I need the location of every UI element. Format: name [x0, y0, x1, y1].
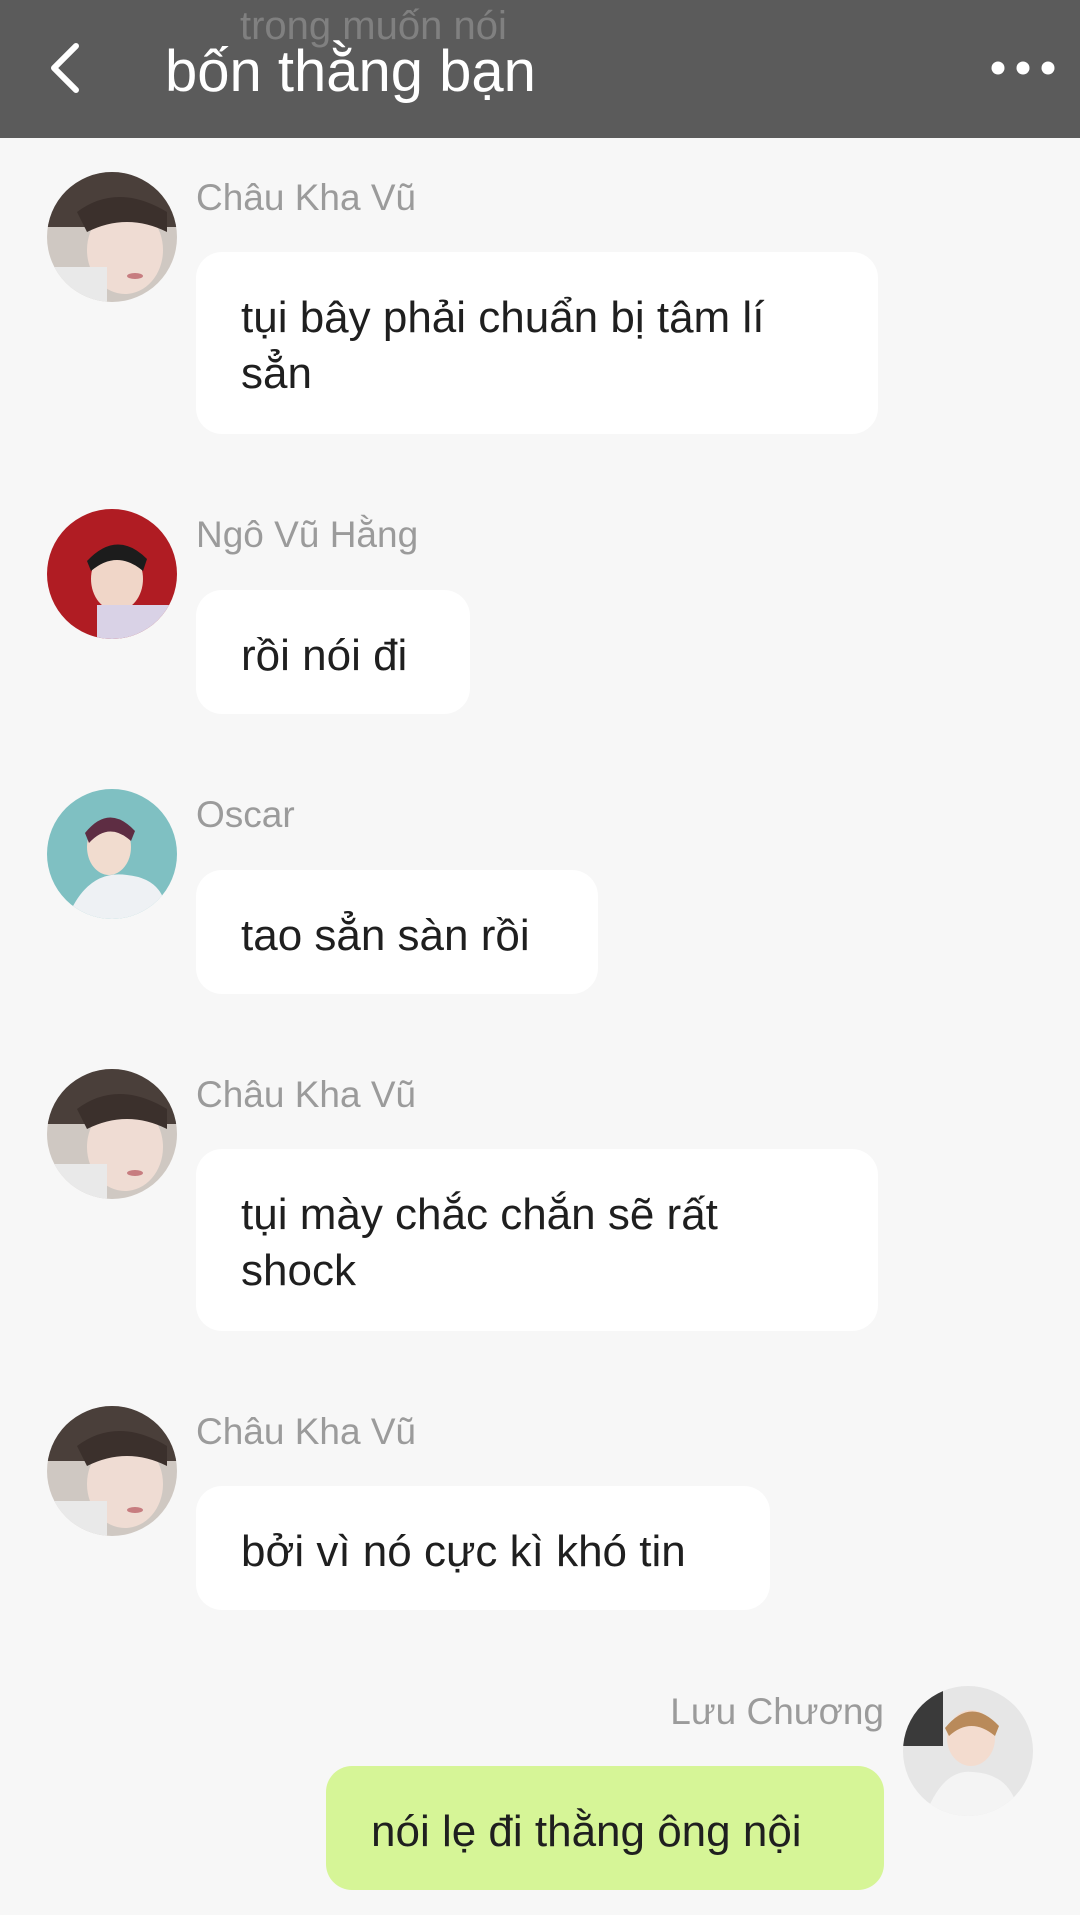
message-bubble[interactable]: tụi mày chắc chắn sẽ rất shock	[196, 1149, 878, 1331]
avatar[interactable]	[47, 1406, 177, 1536]
message-bubble-self[interactable]: nói lẹ đi thằng ông nội	[326, 1766, 884, 1890]
message-bubble[interactable]: tao sẳn sàn rồi	[196, 870, 598, 994]
avatar[interactable]	[47, 509, 177, 639]
message-bubble[interactable]: tụi bây phải chuẩn bị tâm lí sẳn	[196, 252, 878, 434]
avatar[interactable]	[47, 172, 177, 302]
avatar-chau-kha-vu	[47, 172, 177, 302]
avatar-chau-kha-vu	[47, 1069, 177, 1199]
avatar-luu-chuong	[903, 1686, 1033, 1816]
chat-title: bốn thằng bạn	[165, 39, 536, 104]
back-button[interactable]	[40, 38, 100, 98]
message-bubble[interactable]: rồi nói đi	[196, 590, 470, 714]
chat-header: trong muốn nói bốn thằng bạn	[0, 0, 1080, 138]
sender-name: Châu Kha Vũ	[196, 1074, 417, 1115]
sender-name: Châu Kha Vũ	[196, 177, 417, 218]
avatar-ngo-vu-hang	[47, 509, 177, 639]
avatar[interactable]	[47, 1069, 177, 1199]
avatar[interactable]	[903, 1686, 1033, 1816]
message-list[interactable]: Châu Kha Vũ tụi bây phải chuẩn bị tâm lí…	[0, 138, 1080, 1915]
avatar-oscar	[47, 789, 177, 919]
sender-name: Ngô Vũ Hằng	[196, 514, 419, 555]
sender-name: Lưu Chương	[670, 1691, 884, 1732]
avatar[interactable]	[47, 789, 177, 919]
more-horizontal-icon	[991, 61, 1055, 75]
sender-name: Oscar	[196, 794, 295, 835]
message-bubble[interactable]: bởi vì nó cực kì khó tin	[196, 1486, 770, 1610]
chevron-left-icon	[51, 43, 79, 93]
avatar-chau-kha-vu	[47, 1406, 177, 1536]
more-options-button[interactable]	[988, 48, 1058, 88]
sender-name: Châu Kha Vũ	[196, 1411, 417, 1452]
